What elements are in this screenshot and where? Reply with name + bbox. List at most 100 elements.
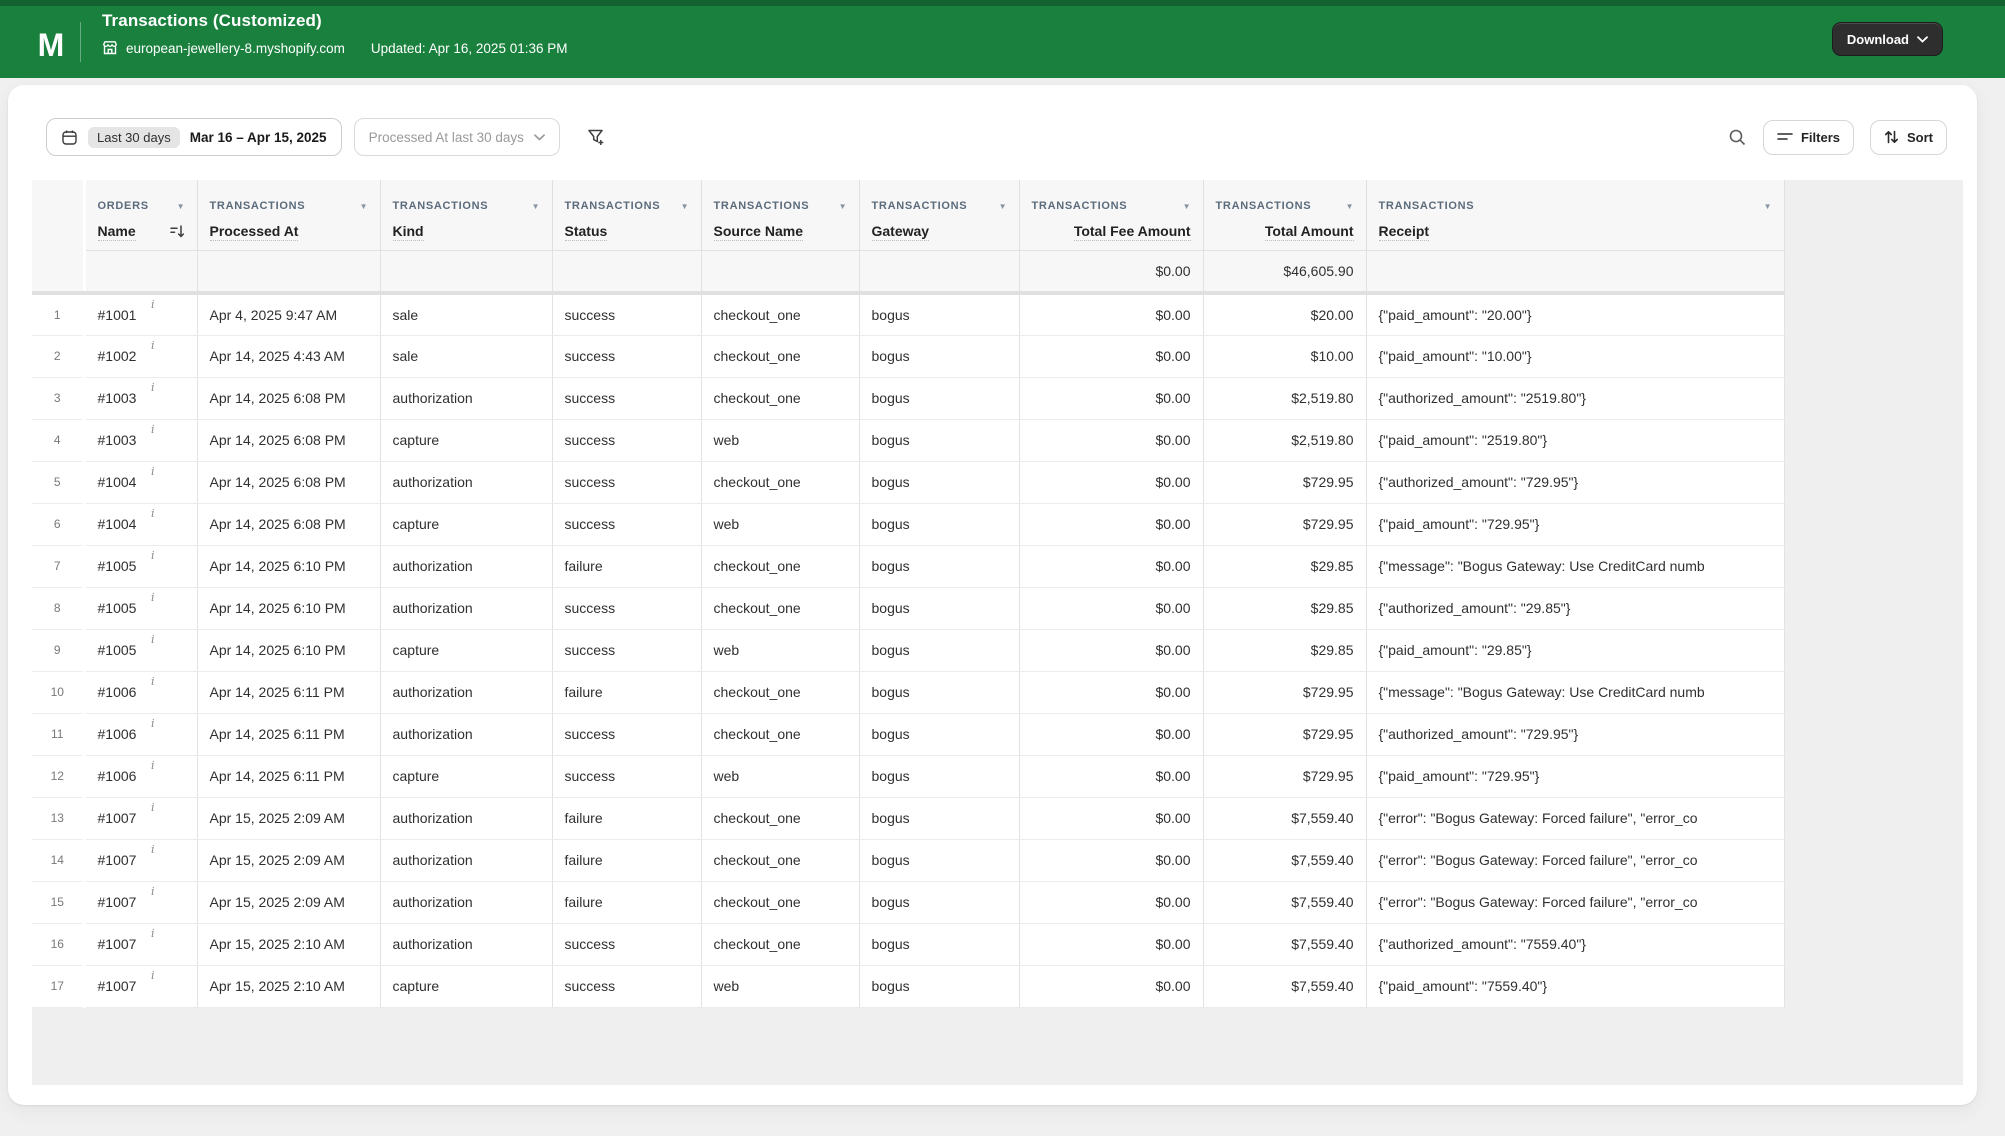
table-row: 8#1005iApr 14, 2025 6:10 PMauthorization… — [32, 587, 1784, 629]
table-row: 11#1006iApr 14, 2025 6:11 PMauthorizatio… — [32, 713, 1784, 755]
column-name: Kind — [393, 223, 424, 241]
info-icon[interactable]: i — [151, 423, 155, 436]
add-filter-button[interactable] — [586, 127, 606, 147]
cell-total_amount: $29.85 — [1203, 545, 1366, 587]
date-range-button[interactable]: Last 30 days Mar 16 – Apr 15, 2025 — [46, 118, 342, 156]
info-icon[interactable]: i — [151, 633, 155, 646]
cell-processed_at: Apr 14, 2025 6:08 PM — [197, 503, 380, 545]
column-menu-icon[interactable]: ▼ — [522, 202, 540, 211]
info-icon[interactable]: i — [151, 801, 155, 814]
column-source-cell-processed_at[interactable]: TRANSACTIONS▼ — [197, 180, 380, 214]
column-source-cell-source_name[interactable]: TRANSACTIONS▼ — [701, 180, 859, 214]
cell-processed_at: Apr 14, 2025 6:11 PM — [197, 755, 380, 797]
table-row: 4#1003iApr 14, 2025 6:08 PMcapturesucces… — [32, 419, 1784, 461]
column-source-cell-kind[interactable]: TRANSACTIONS▼ — [380, 180, 552, 214]
sort-button[interactable]: Sort — [1870, 120, 1947, 155]
filters-button[interactable]: Filters — [1763, 120, 1854, 155]
info-icon[interactable]: i — [151, 969, 155, 982]
column-menu-icon[interactable]: ▼ — [829, 202, 847, 211]
search-button[interactable] — [1728, 128, 1747, 147]
info-icon[interactable]: i — [151, 759, 155, 772]
table-row: 13#1007iApr 15, 2025 2:09 AMauthorizatio… — [32, 797, 1784, 839]
cell-source_name: web — [701, 965, 859, 1007]
column-header-receipt[interactable]: Receipt — [1366, 214, 1784, 250]
info-icon[interactable]: i — [151, 465, 155, 478]
cell-status: success — [552, 923, 701, 965]
cell-status: success — [552, 629, 701, 671]
download-button-label: Download — [1847, 32, 1909, 47]
cell-processed_at: Apr 14, 2025 6:11 PM — [197, 671, 380, 713]
cell-total_amount: $2,519.80 — [1203, 419, 1366, 461]
cell-status: success — [552, 965, 701, 1007]
column-source-cell-total_amount[interactable]: TRANSACTIONS▼ — [1203, 180, 1366, 214]
cell-total_amount: $7,559.40 — [1203, 965, 1366, 1007]
cell-name: #1003i — [84, 419, 197, 461]
info-icon[interactable]: i — [151, 339, 155, 352]
cell-receipt: {"paid_amount": "729.95"} — [1366, 503, 1784, 545]
cell-gateway: bogus — [859, 503, 1019, 545]
table-row: 3#1003iApr 14, 2025 6:08 PMauthorization… — [32, 377, 1784, 419]
info-icon[interactable]: i — [151, 843, 155, 856]
topbar: M Transactions (Customized) european-jew… — [0, 0, 2005, 78]
column-source-cell-name[interactable]: ORDERS▼ — [84, 180, 197, 214]
cell-receipt: {"authorized_amount": "729.95"} — [1366, 713, 1784, 755]
cell-total_amount: $29.85 — [1203, 587, 1366, 629]
cell-name: #1004i — [84, 461, 197, 503]
column-source-cell-receipt[interactable]: TRANSACTIONS▼ — [1366, 180, 1784, 214]
sort-state-icon[interactable] — [162, 225, 185, 238]
column-menu-icon[interactable]: ▼ — [167, 202, 185, 211]
column-header-source_name[interactable]: Source Name — [701, 214, 859, 250]
column-menu-icon[interactable]: ▼ — [1173, 202, 1191, 211]
column-header-name[interactable]: Name — [84, 214, 197, 250]
transactions-table: ORDERS▼TRANSACTIONS▼TRANSACTIONS▼TRANSAC… — [32, 180, 1785, 1008]
column-menu-icon[interactable]: ▼ — [350, 202, 368, 211]
column-header-processed_at[interactable]: Processed At — [197, 214, 380, 250]
cell-name: #1002i — [84, 335, 197, 377]
info-icon[interactable]: i — [151, 507, 155, 520]
download-button[interactable]: Download — [1832, 22, 1943, 56]
info-icon[interactable]: i — [151, 927, 155, 940]
cell-receipt: {"paid_amount": "20.00"} — [1366, 293, 1784, 335]
cell-total_amount: $29.85 — [1203, 629, 1366, 671]
processed-at-filter-dropdown[interactable]: Processed At last 30 days — [354, 118, 560, 156]
column-name: Processed At — [210, 223, 299, 241]
info-icon[interactable]: i — [151, 717, 155, 730]
column-header-status[interactable]: Status — [552, 214, 701, 250]
column-source-cell-total_fee_amount[interactable]: TRANSACTIONS▼ — [1019, 180, 1203, 214]
cell-status: success — [552, 419, 701, 461]
cell-receipt: {"paid_amount": "2519.80"} — [1366, 419, 1784, 461]
column-source-cell-status[interactable]: TRANSACTIONS▼ — [552, 180, 701, 214]
cell-receipt: {"authorized_amount": "729.95"} — [1366, 461, 1784, 503]
column-menu-icon[interactable]: ▼ — [1336, 202, 1354, 211]
column-menu-icon[interactable]: ▼ — [1754, 202, 1772, 211]
info-icon[interactable]: i — [151, 381, 155, 394]
column-header-kind[interactable]: Kind — [380, 214, 552, 250]
cell-receipt: {"error": "Bogus Gateway: Forced failure… — [1366, 797, 1784, 839]
table-row: 2#1002iApr 14, 2025 4:43 AMsalesuccessch… — [32, 335, 1784, 377]
cell-name: #1007i — [84, 923, 197, 965]
info-icon[interactable]: i — [151, 298, 155, 311]
cell-kind: authorization — [380, 587, 552, 629]
info-icon[interactable]: i — [151, 549, 155, 562]
cell-total_amount: $20.00 — [1203, 293, 1366, 335]
date-range-label: Mar 16 – Apr 15, 2025 — [190, 130, 327, 145]
column-header-total_fee_amount[interactable]: Total Fee Amount — [1019, 214, 1203, 250]
info-icon[interactable]: i — [151, 591, 155, 604]
column-header-total_amount[interactable]: Total Amount — [1203, 214, 1366, 250]
cell-receipt: {"authorized_amount": "7559.40"} — [1366, 923, 1784, 965]
cell-receipt: {"message": "Bogus Gateway: Use CreditCa… — [1366, 671, 1784, 713]
cell-total_amount: $10.00 — [1203, 335, 1366, 377]
column-menu-icon[interactable]: ▼ — [989, 202, 1007, 211]
cell-kind: authorization — [380, 671, 552, 713]
cell-total_fee_amount: $0.00 — [1019, 461, 1203, 503]
info-icon[interactable]: i — [151, 675, 155, 688]
cell-status: failure — [552, 671, 701, 713]
column-source-cell-gateway[interactable]: TRANSACTIONS▼ — [859, 180, 1019, 214]
cell-total_amount: $729.95 — [1203, 503, 1366, 545]
column-header-gateway[interactable]: Gateway — [859, 214, 1019, 250]
cell-total_amount: $2,519.80 — [1203, 377, 1366, 419]
cell-total_fee_amount: $0.00 — [1019, 797, 1203, 839]
cell-kind: authorization — [380, 377, 552, 419]
info-icon[interactable]: i — [151, 885, 155, 898]
column-menu-icon[interactable]: ▼ — [671, 202, 689, 211]
